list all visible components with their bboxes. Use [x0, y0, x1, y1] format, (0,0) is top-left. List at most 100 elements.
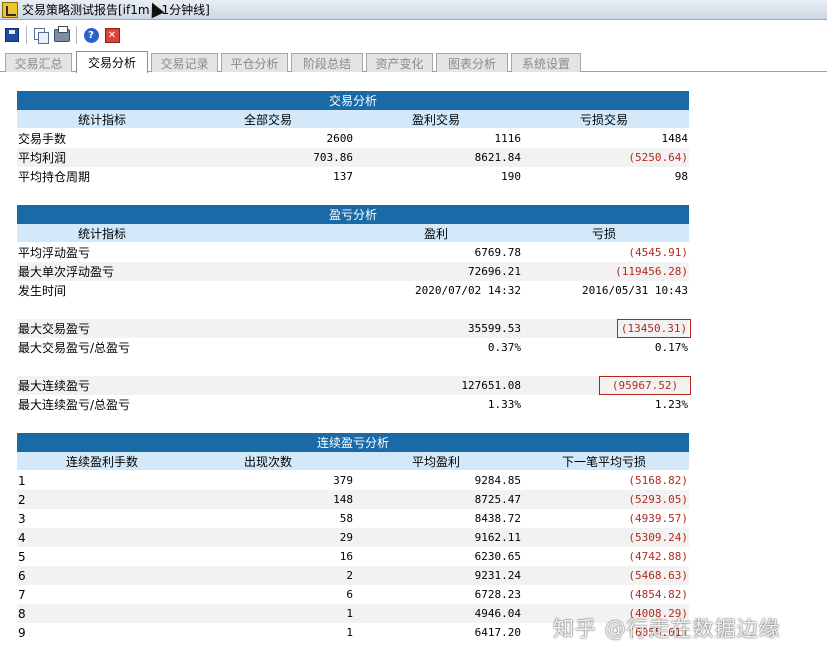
toolbar-separator [26, 26, 27, 44]
avg-profit: 4946.04 [474, 607, 521, 620]
toolbar-separator [76, 26, 77, 44]
next-avg-loss: (5293.05) [628, 493, 688, 506]
value-loss-highlighted: (13450.31) [617, 319, 691, 338]
window-title-bar: 交易策略测试报告[if1m - 1分钟线] [0, 0, 827, 20]
streak-count: 9 [18, 625, 26, 640]
col-header: 亏损 [591, 226, 616, 241]
value-win: 1116 [494, 132, 522, 145]
occurrences: 1 [346, 626, 353, 639]
row-label: 交易手数 [18, 132, 67, 146]
copy-icon[interactable] [32, 26, 50, 44]
watermark: 知乎 @行走在数据边缘 [553, 617, 781, 641]
table-row: 平均持仓周期 137 190 98 [17, 167, 689, 186]
row-label: 平均浮动盈亏 [18, 246, 91, 260]
tab-stage-summary[interactable]: 阶段总结 [291, 53, 363, 72]
row-label: 最大单次浮动盈亏 [18, 265, 115, 279]
next-avg-loss: (4939.57) [628, 512, 688, 525]
next-avg-loss: (5309.24) [628, 531, 688, 544]
table-row: 7 6 6728.23 (4854.82) [17, 585, 689, 604]
close-icon[interactable]: ✕ [103, 26, 121, 44]
col-header: 出现次数 [243, 454, 292, 469]
avg-profit: 8438.72 [474, 512, 521, 525]
tab-chart-analysis[interactable]: 图表分析 [436, 53, 508, 72]
streak-count: 8 [18, 606, 26, 621]
value-loss-ratio: 1.23% [654, 398, 688, 411]
pnl-analysis-header-row: 统计指标 盈利 亏损 [17, 224, 689, 242]
occurrences: 2 [346, 569, 353, 582]
table-row: 1 379 9284.85 (5168.82) [17, 471, 689, 490]
avg-profit: 9231.24 [474, 569, 521, 582]
avg-profit: 6417.20 [474, 626, 521, 639]
col-header: 统计指标 [77, 226, 126, 241]
tab-system-settings[interactable]: 系统设置 [511, 53, 581, 72]
table-row: 最大交易盈亏 35599.53 (13450.31) [17, 319, 691, 338]
tab-asset-change[interactable]: 资产变化 [366, 53, 433, 72]
trade-analysis-title: 交易分析 [17, 91, 689, 110]
value-profit: 72696.21 [468, 265, 521, 278]
next-avg-loss: (5168.82) [628, 474, 688, 487]
value-profit: 6769.78 [474, 246, 521, 259]
table-row: 最大连续盈亏 127651.08 (95967.52) [17, 376, 691, 395]
save-icon[interactable] [3, 26, 21, 44]
row-label: 平均利润 [18, 151, 67, 165]
streak-count: 3 [18, 511, 26, 526]
next-avg-loss: (5468.63) [628, 569, 688, 582]
value-loss-ratio: 0.17% [654, 341, 688, 354]
col-header: 亏损交易 [579, 112, 628, 127]
value-loss-highlighted: (95967.52) [599, 376, 691, 395]
value-loss: (4545.91) [628, 246, 688, 259]
value-profit-ratio: 1.33% [487, 398, 521, 411]
value-loss: (119456.28) [615, 265, 688, 278]
app-icon [2, 1, 18, 18]
tab-trade-records[interactable]: 交易记录 [151, 53, 218, 72]
occurrences: 379 [333, 474, 353, 487]
occurrences: 58 [339, 512, 353, 525]
value-profit: 127651.08 [461, 379, 521, 392]
tab-trade-summary[interactable]: 交易汇总 [5, 53, 72, 72]
occurrences: 29 [339, 531, 353, 544]
next-avg-loss: (4854.82) [628, 588, 688, 601]
table-row: 6 2 9231.24 (5468.63) [17, 566, 689, 585]
value-profit-ratio: 0.37% [487, 341, 521, 354]
streak-count: 4 [18, 530, 26, 545]
streak-count: 2 [18, 492, 26, 507]
row-label: 最大连续盈亏 [18, 379, 91, 393]
streak-analysis-title: 连续盈亏分析 [17, 433, 689, 452]
tab-trade-analysis[interactable]: 交易分析 [76, 51, 148, 73]
col-header: 盈利 [423, 226, 448, 241]
table-row: 最大单次浮动盈亏 72696.21 (119456.28) [17, 262, 689, 281]
value-win: 190 [501, 170, 521, 183]
value-loss: 1484 [661, 132, 689, 145]
col-header: 盈利交易 [411, 112, 460, 127]
next-avg-loss: (4742.88) [628, 550, 688, 563]
streak-count: 6 [18, 568, 26, 583]
row-label: 发生时间 [18, 284, 67, 298]
table-row: 最大交易盈亏/总盈亏 0.37% 0.17% [17, 338, 689, 357]
value-loss: 98 [674, 170, 688, 183]
tab-close-analysis[interactable]: 平仓分析 [221, 53, 288, 72]
table-row: 交易手数 2600 1116 1484 [17, 129, 689, 148]
col-header: 平均盈利 [411, 454, 460, 469]
avg-profit: 9284.85 [474, 474, 521, 487]
streak-count: 5 [18, 549, 26, 564]
value-loss: (5250.64) [628, 151, 688, 164]
tab-bar: 交易汇总 交易分析 交易记录 平仓分析 阶段总结 资产变化 图表分析 系统设置 [0, 51, 827, 73]
value-all: 703.86 [313, 151, 353, 164]
occurrences: 148 [333, 493, 353, 506]
table-row: 4 29 9162.11 (5309.24) [17, 528, 689, 547]
col-header: 全部交易 [243, 112, 292, 127]
streak-count: 1 [18, 473, 26, 488]
row-label: 最大交易盈亏 [18, 322, 91, 336]
row-label: 平均持仓周期 [18, 170, 91, 184]
col-header: 下一笔平均亏损 [561, 454, 646, 469]
table-row: 3 58 8438.72 (4939.57) [17, 509, 689, 528]
print-icon[interactable] [53, 25, 71, 44]
row-label: 最大交易盈亏/总盈亏 [18, 341, 131, 355]
help-icon[interactable]: ? [82, 26, 100, 44]
occurrences: 1 [346, 607, 353, 620]
toolbar: ? ✕ [0, 22, 827, 48]
trade-analysis-header-row: 统计指标 全部交易 盈利交易 亏损交易 [17, 110, 689, 128]
window-title: 交易策略测试报告[if1m - 1分钟线] [22, 3, 210, 17]
table-row: 最大连续盈亏/总盈亏 1.33% 1.23% [17, 395, 689, 414]
value-profit: 35599.53 [468, 322, 521, 335]
